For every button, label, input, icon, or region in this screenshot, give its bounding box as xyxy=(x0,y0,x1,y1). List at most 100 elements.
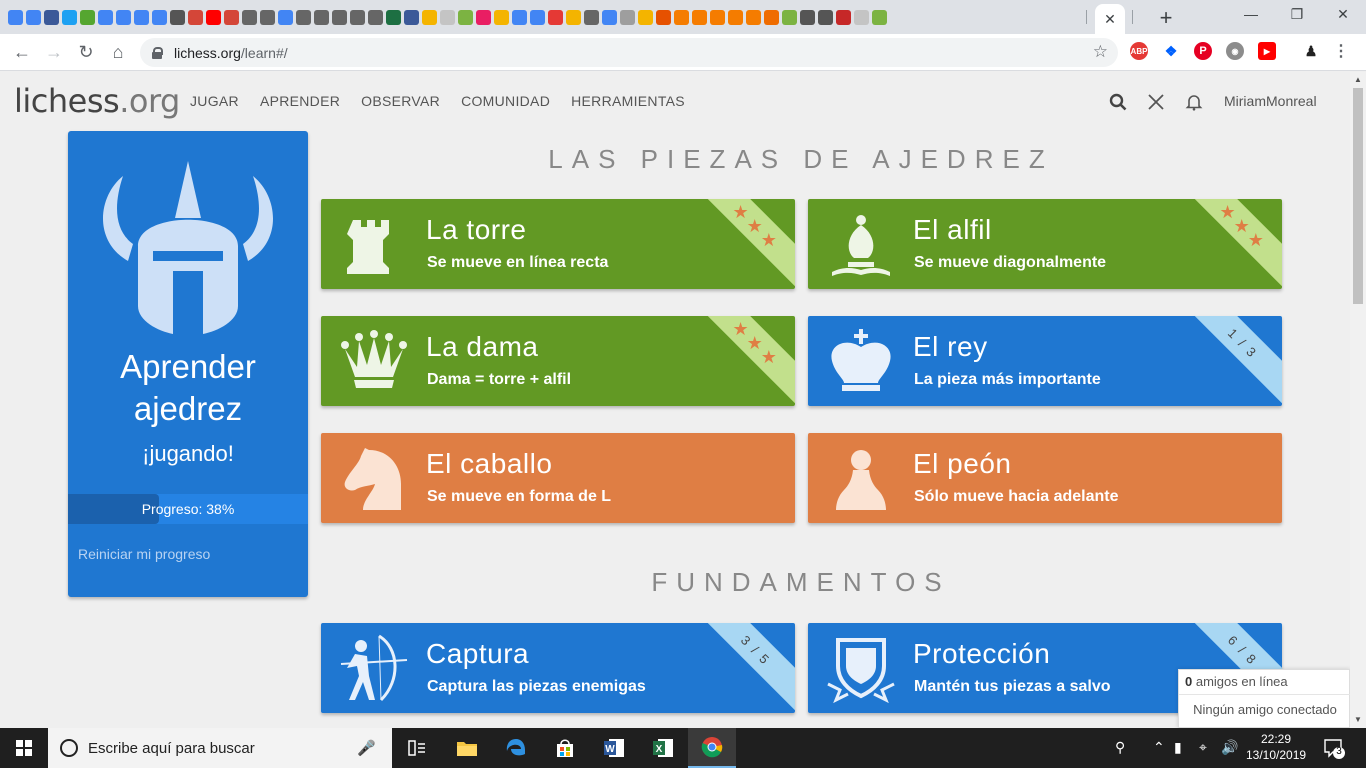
pinned-tab-favicon-icon[interactable] xyxy=(368,9,383,25)
pinned-tab-favicon-icon[interactable] xyxy=(242,9,257,25)
lock-icon[interactable] xyxy=(152,47,163,59)
volume-icon[interactable]: 🔊 xyxy=(1221,739,1238,756)
pinned-tab-favicon-icon[interactable] xyxy=(422,9,437,25)
pinned-tab-favicon-icon[interactable] xyxy=(746,9,761,25)
page-scrollbar[interactable]: ▲ ▼ xyxy=(1350,72,1366,728)
pinned-tab-favicon-icon[interactable] xyxy=(692,9,707,25)
pinned-tab-favicon-icon[interactable] xyxy=(548,9,563,25)
pinned-tab-favicon-icon[interactable] xyxy=(278,9,293,25)
scroll-up-icon[interactable]: ▲ xyxy=(1354,75,1362,84)
pinned-tab-favicon-icon[interactable] xyxy=(80,9,95,25)
pinned-tab-favicon-icon[interactable] xyxy=(62,9,77,25)
challenge-icon[interactable] xyxy=(1146,92,1166,112)
pinned-tab-favicon-icon[interactable] xyxy=(872,9,887,25)
lesson-card-pawn[interactable]: El peón Sólo mueve hacia adelante xyxy=(808,433,1282,523)
new-tab-button[interactable]: + xyxy=(1154,5,1178,31)
pinned-tab-favicon-icon[interactable] xyxy=(854,9,869,25)
pinned-tab-favicon-icon[interactable] xyxy=(260,9,275,25)
reload-icon[interactable]: ↻ xyxy=(70,36,102,68)
wifi-icon[interactable]: ⌖ xyxy=(1199,739,1207,756)
friends-box[interactable]: 0 amigos en línea Ningún amigo conectado xyxy=(1178,669,1350,728)
pinned-tab-favicon-icon[interactable] xyxy=(674,9,689,25)
close-tab-icon[interactable]: ✕ xyxy=(1104,11,1116,28)
pinned-tab-favicon-icon[interactable] xyxy=(638,9,653,25)
pinned-tab-favicon-icon[interactable] xyxy=(836,9,851,25)
pinned-tab-favicon-icon[interactable] xyxy=(602,9,617,25)
dropbox-icon[interactable]: ❖ xyxy=(1162,42,1180,60)
nav-community[interactable]: COMUNIDAD xyxy=(461,93,550,109)
home-icon[interactable]: ⌂ xyxy=(102,36,134,68)
bell-icon[interactable] xyxy=(1184,92,1204,112)
username-menu[interactable]: MiriamMonreal xyxy=(1224,93,1317,109)
pinned-tab-favicon-icon[interactable] xyxy=(584,9,599,25)
nav-learn[interactable]: APRENDER xyxy=(260,93,340,109)
search-icon[interactable] xyxy=(1108,92,1128,112)
active-tab[interactable]: ✕ xyxy=(1095,4,1125,34)
address-bar[interactable]: lichess.org/learn#/ ☆ xyxy=(140,38,1118,67)
pinned-tab-favicon-icon[interactable] xyxy=(440,9,455,25)
chrome-icon[interactable] xyxy=(688,728,736,768)
microphone-icon[interactable]: 🎤 xyxy=(357,739,376,757)
pinned-tab-favicon-icon[interactable] xyxy=(782,9,797,25)
pinned-tab-favicon-icon[interactable] xyxy=(512,9,527,25)
pinned-tab-favicon-icon[interactable] xyxy=(818,9,833,25)
pinned-tab-favicon-icon[interactable] xyxy=(566,9,581,25)
nav-play[interactable]: JUGAR xyxy=(190,93,239,109)
pinned-tab-favicon-icon[interactable] xyxy=(26,9,41,25)
menu-icon[interactable]: ⋮ xyxy=(1332,42,1350,60)
star-icon[interactable]: ☆ xyxy=(1093,42,1108,62)
minimize-icon[interactable]: — xyxy=(1236,6,1266,22)
pinterest-icon[interactable]: P xyxy=(1194,42,1212,60)
chess-extension-icon[interactable]: ♟ xyxy=(1302,42,1320,60)
pinned-tab-favicon-icon[interactable] xyxy=(386,9,401,25)
pinned-tab-favicon-icon[interactable] xyxy=(296,9,311,25)
lesson-card-king[interactable]: El rey La pieza más importante 1 / 3 xyxy=(808,316,1282,406)
reset-progress-link[interactable]: Reiniciar mi progreso xyxy=(78,546,210,562)
pinned-tab-favicon-icon[interactable] xyxy=(116,9,131,25)
pinned-tab-favicon-icon[interactable] xyxy=(8,9,23,25)
pinned-tab-favicon-icon[interactable] xyxy=(224,9,239,25)
pinned-tab-favicon-icon[interactable] xyxy=(44,9,59,25)
pinned-tab-favicon-icon[interactable] xyxy=(314,9,329,25)
youtube-icon[interactable]: ▶ xyxy=(1258,42,1276,60)
nav-tools[interactable]: HERRAMIENTAS xyxy=(571,93,685,109)
adblock-icon[interactable]: ABP xyxy=(1130,42,1148,60)
pinned-tab-favicon-icon[interactable] xyxy=(710,9,725,25)
site-logo[interactable]: lichess.org xyxy=(14,82,180,120)
edge-icon[interactable] xyxy=(492,728,540,768)
pinned-tab-favicon-icon[interactable] xyxy=(206,9,221,25)
pinned-tab-favicon-icon[interactable] xyxy=(350,9,365,25)
close-window-icon[interactable]: ✕ xyxy=(1328,6,1358,23)
shield-extension-icon[interactable]: ◉ xyxy=(1226,42,1244,60)
word-icon[interactable]: W xyxy=(590,728,638,768)
windows-start-icon[interactable] xyxy=(0,728,48,768)
people-icon[interactable]: ⚲ xyxy=(1115,739,1125,756)
nav-watch[interactable]: OBSERVAR xyxy=(361,93,440,109)
back-icon[interactable]: ← xyxy=(6,36,38,68)
pinned-tab-favicon-icon[interactable] xyxy=(170,9,185,25)
lesson-card-knight[interactable]: El caballo Se mueve en forma de L xyxy=(321,433,795,523)
notifications-icon[interactable]: 3 xyxy=(1322,736,1346,760)
lesson-card-capture[interactable]: Captura Captura las piezas enemigas 3 / … xyxy=(321,623,795,713)
pinned-tab-favicon-icon[interactable] xyxy=(404,9,419,25)
show-hidden-icons[interactable]: ⌃ xyxy=(1153,739,1165,756)
pinned-tab-favicon-icon[interactable] xyxy=(800,9,815,25)
pinned-tab-favicon-icon[interactable] xyxy=(764,9,779,25)
pinned-tab-favicon-icon[interactable] xyxy=(188,9,203,25)
pinned-tab-favicon-icon[interactable] xyxy=(656,9,671,25)
lesson-card-rook[interactable]: La torre Se mueve en línea recta ★ ★ ★ xyxy=(321,199,795,289)
task-view-icon[interactable] xyxy=(393,728,441,768)
pinned-tab-favicon-icon[interactable] xyxy=(458,9,473,25)
pinned-tab-favicon-icon[interactable] xyxy=(620,9,635,25)
pinned-tabs[interactable] xyxy=(8,0,1098,34)
pinned-tab-favicon-icon[interactable] xyxy=(530,9,545,25)
pinned-tab-favicon-icon[interactable] xyxy=(476,9,491,25)
pinned-tab-favicon-icon[interactable] xyxy=(152,9,167,25)
restore-icon[interactable]: ❐ xyxy=(1282,6,1312,23)
scrollbar-thumb[interactable] xyxy=(1353,88,1363,304)
pinned-tab-favicon-icon[interactable] xyxy=(332,9,347,25)
taskbar-search[interactable]: Escribe aquí para buscar 🎤 xyxy=(48,728,392,768)
store-icon[interactable] xyxy=(541,728,589,768)
pinned-tab-favicon-icon[interactable] xyxy=(134,9,149,25)
pinned-tab-favicon-icon[interactable] xyxy=(728,9,743,25)
